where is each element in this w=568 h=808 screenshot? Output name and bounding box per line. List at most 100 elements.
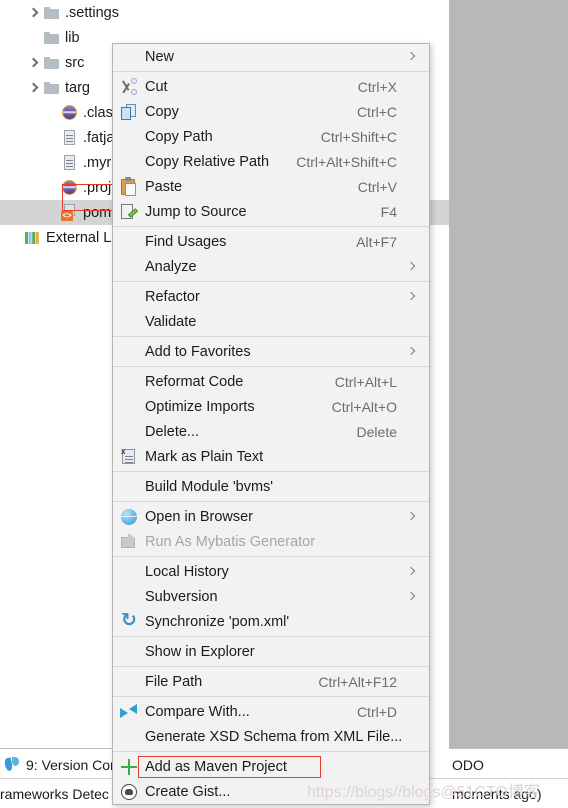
context-menu[interactable]: New Cut Ctrl+X Copy Ctrl+C Copy Path Ctrl+Shif… — [112, 43, 430, 805]
status-version-control-label: 9: Version Con — [26, 756, 118, 773]
folder-icon — [43, 54, 60, 71]
chevron-right-icon[interactable] — [27, 81, 40, 94]
menu-item[interactable]: Copy Ctrl+C — [113, 99, 429, 124]
menu-item-label: Find Usages — [145, 233, 227, 250]
menu-item-label: Delete... — [145, 423, 199, 440]
menu-item-shortcut: Ctrl+Alt+O — [331, 398, 397, 415]
menu-icon-placeholder — [119, 342, 139, 362]
menu-arrow-spacer — [407, 705, 419, 719]
menu-item-label: Paste — [145, 178, 183, 195]
menu-item[interactable]: Copy Relative Path Ctrl+Alt+Shift+C — [113, 149, 429, 174]
menu-item[interactable]: Compare With... Ctrl+D — [113, 699, 429, 724]
status-version-control[interactable]: 9: Version Con — [4, 750, 118, 779]
menu-item[interactable]: Build Module 'bvms' — [113, 474, 429, 499]
gist-icon — [119, 782, 139, 802]
menu-item[interactable]: Create Gist... — [113, 779, 429, 804]
file-icon — [61, 154, 78, 171]
menu-icon-placeholder — [119, 587, 139, 607]
menu-icon-placeholder — [119, 562, 139, 582]
menu-item-shortcut: Alt+F7 — [356, 233, 397, 250]
menu-item[interactable]: Find Usages Alt+F7 — [113, 229, 429, 254]
status-frameworks-detected[interactable]: rameworks Detec — [0, 779, 109, 808]
folder-icon — [43, 79, 60, 96]
submenu-chevron-icon — [407, 345, 419, 359]
menu-item[interactable]: Jump to Source F4 — [113, 199, 429, 224]
menu-icon-placeholder — [119, 397, 139, 417]
menu-item[interactable]: Open in Browser — [113, 504, 429, 529]
folder-icon — [43, 29, 60, 46]
menu-item[interactable]: Analyze — [113, 254, 429, 279]
chevron-right-icon[interactable] — [27, 56, 40, 69]
submenu-chevron-icon — [407, 260, 419, 274]
menu-arrow-spacer — [407, 205, 419, 219]
menu-icon-placeholder — [119, 232, 139, 252]
status-moments-ago: moments ago) — [452, 779, 541, 808]
menu-item-label: Reformat Code — [145, 373, 244, 390]
menu-item[interactable]: Generate XSD Schema from XML File... — [113, 724, 429, 749]
menu-item[interactable]: Synchronize 'pom.xml' — [113, 609, 429, 634]
menu-icon-placeholder — [119, 672, 139, 692]
menu-item-shortcut: Ctrl+D — [356, 703, 397, 720]
menu-item[interactable]: Cut Ctrl+X — [113, 74, 429, 99]
tree-row-label: lib — [65, 29, 80, 46]
menu-item-shortcut: Ctrl+Alt+Shift+C — [296, 153, 397, 170]
menu-icon-placeholder — [119, 422, 139, 442]
menu-item[interactable]: Paste Ctrl+V — [113, 174, 429, 199]
compare-icon — [119, 702, 139, 722]
menu-separator — [113, 471, 429, 472]
menu-item[interactable]: New — [113, 44, 429, 69]
sync-icon — [119, 609, 139, 632]
chevron-right-icon[interactable] — [27, 6, 40, 19]
editor-panel — [449, 0, 568, 750]
menu-item-shortcut: Ctrl+Shift+C — [320, 128, 397, 145]
menu-icon-placeholder — [119, 152, 139, 172]
menu-icon-placeholder — [119, 287, 139, 307]
menu-item[interactable]: Subversion — [113, 584, 429, 609]
menu-item-label: Jump to Source — [145, 203, 247, 220]
menu-item[interactable]: Validate — [113, 309, 429, 334]
pom-icon — [61, 204, 78, 221]
menu-arrow-spacer — [407, 155, 419, 169]
tree-row-label: targ — [65, 79, 90, 96]
menu-item[interactable]: File Path Ctrl+Alt+F12 — [113, 669, 429, 694]
menu-item-shortcut: Delete — [356, 423, 397, 440]
tree-row-label: src — [65, 54, 85, 71]
menu-item[interactable]: Delete... Delete — [113, 419, 429, 444]
menu-item-label: Copy — [145, 103, 179, 120]
submenu-chevron-icon — [407, 290, 419, 304]
tree-row[interactable]: .settings — [0, 0, 449, 25]
menu-arrow-spacer — [407, 130, 419, 144]
menu-item[interactable]: Local History — [113, 559, 429, 584]
menu-arrow-spacer — [407, 535, 419, 549]
sphere-icon — [61, 104, 78, 121]
menu-item[interactable]: Optimize Imports Ctrl+Alt+O — [113, 394, 429, 419]
menu-arrow-spacer — [407, 235, 419, 249]
menu-separator — [113, 226, 429, 227]
tree-row-label: .myr — [83, 154, 112, 171]
copy-icon — [119, 102, 139, 122]
cut-icon — [119, 77, 139, 97]
menu-item[interactable]: Copy Path Ctrl+Shift+C — [113, 124, 429, 149]
menu-item[interactable]: Add to Favorites — [113, 339, 429, 364]
tree-row-label: .clas — [83, 104, 113, 121]
submenu-chevron-icon — [407, 510, 419, 524]
menu-separator — [113, 696, 429, 697]
menu-arrow-spacer — [407, 425, 419, 439]
menu-item[interactable]: Add as Maven Project — [113, 754, 429, 779]
menu-item[interactable]: Refactor — [113, 284, 429, 309]
menu-item[interactable]: Reformat Code Ctrl+Alt+L — [113, 369, 429, 394]
menu-arrow-spacer — [407, 675, 419, 689]
menu-item[interactable]: x Mark as Plain Text — [113, 444, 429, 469]
menu-arrow-spacer — [407, 80, 419, 94]
tree-row-label: .settings — [65, 4, 119, 21]
menu-item-label: Copy Relative Path — [145, 153, 270, 170]
menu-item[interactable]: Show in Explorer — [113, 639, 429, 664]
status-todo[interactable]: ODO — [452, 750, 484, 779]
menu-separator — [113, 501, 429, 502]
menu-item-label: Validate — [145, 313, 197, 330]
menu-item-shortcut: Ctrl+Alt+L — [334, 373, 397, 390]
